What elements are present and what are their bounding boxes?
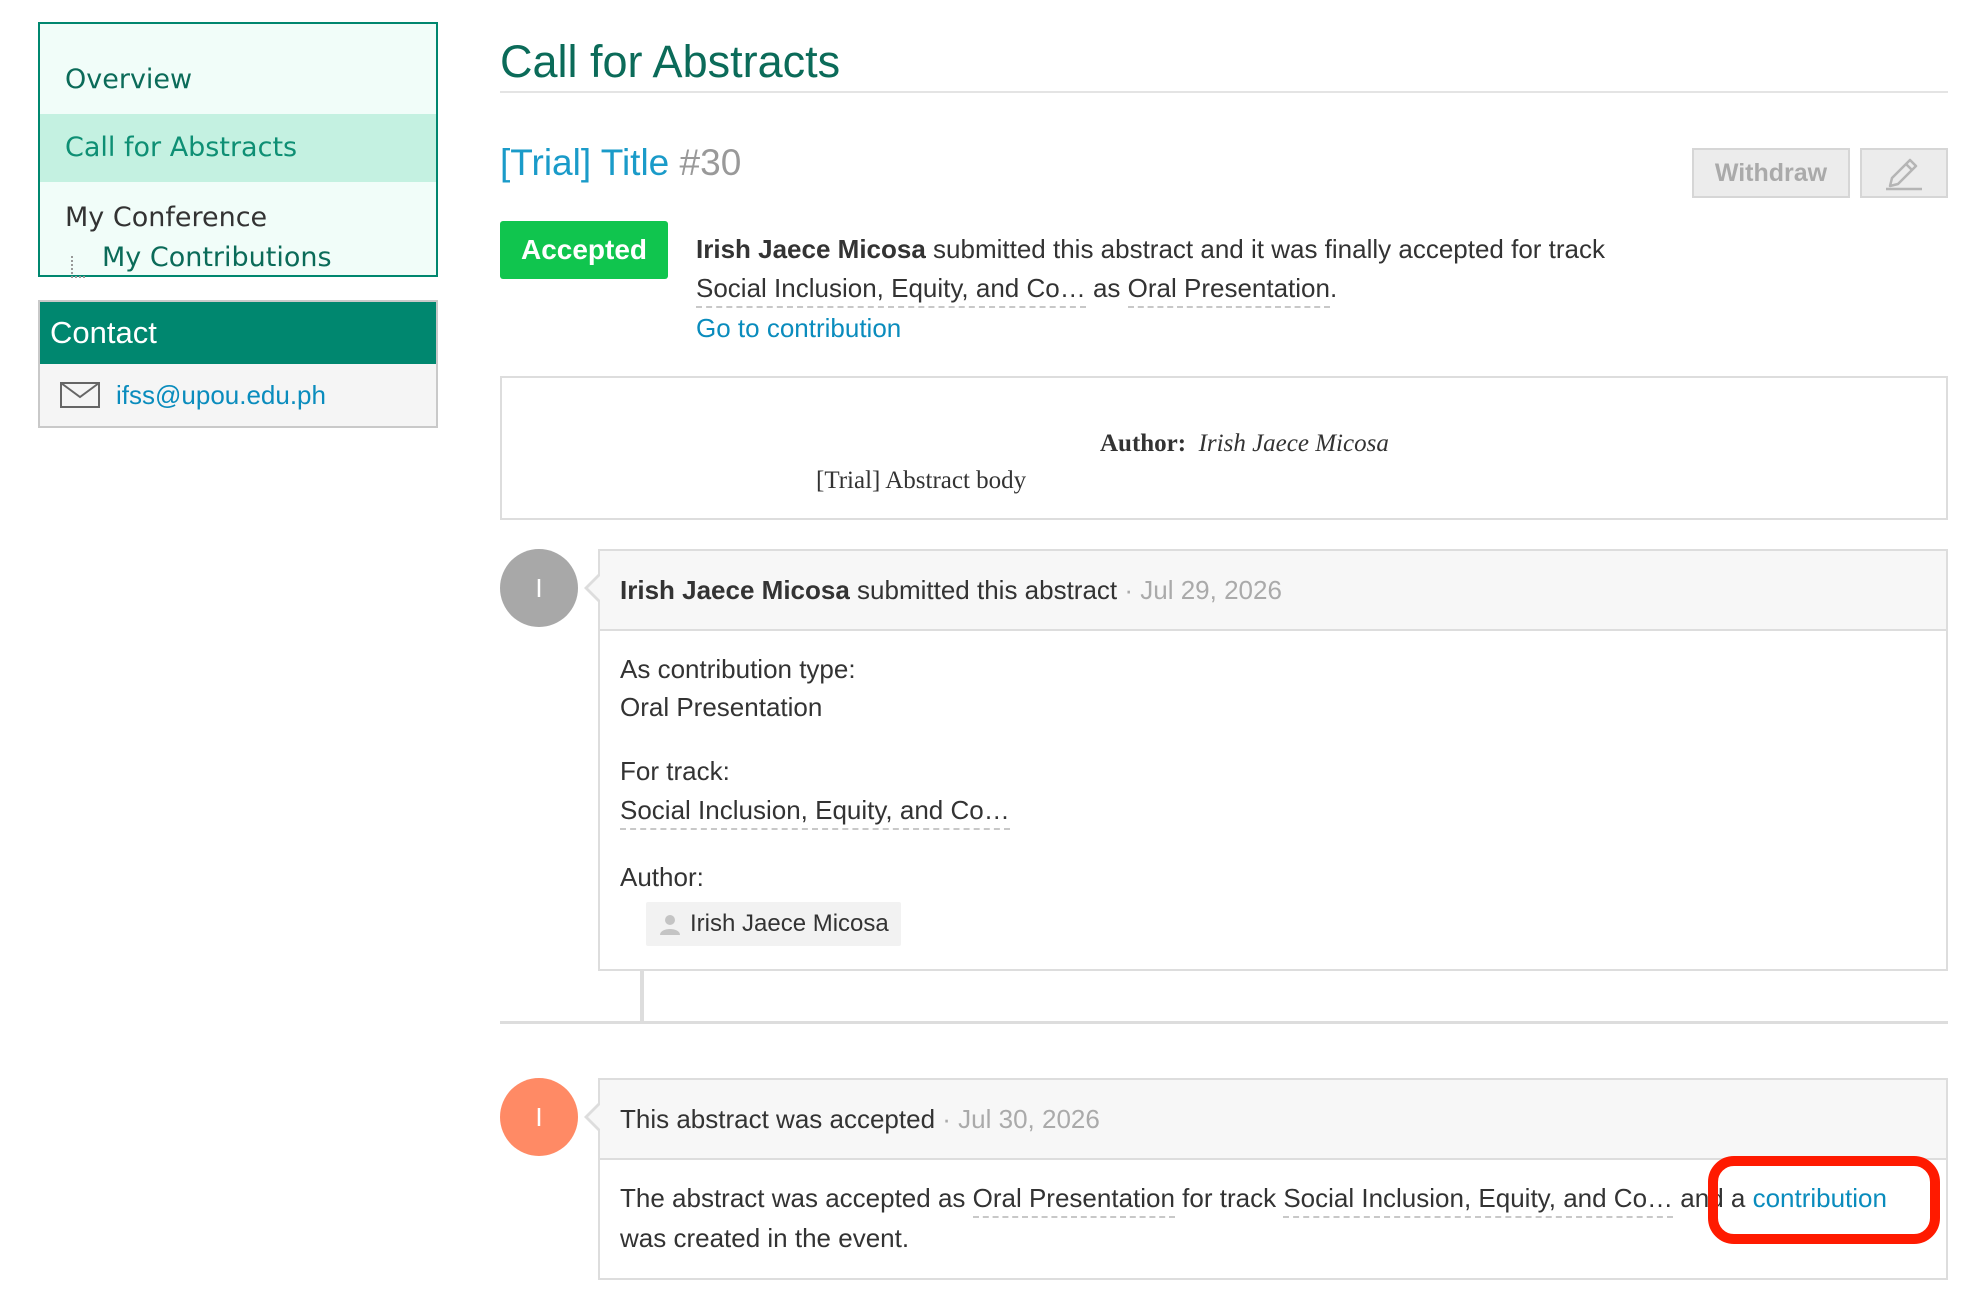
- contact-email-row: ifss@upou.edu.ph: [40, 364, 436, 426]
- contact-email-link[interactable]: ifss@upou.edu.ph: [116, 380, 326, 411]
- sidebar-menu: Overview Call for Abstracts My Conferenc…: [38, 22, 438, 278]
- timeline-divider: [500, 1021, 1948, 1024]
- sidebar-item-my-contributions[interactable]: My Contributions: [40, 240, 436, 278]
- author-label: Author:: [1100, 430, 1187, 457]
- abstract-body: [Trial] Abstract body: [816, 467, 1027, 494]
- abstract-title-text: [Trial] Title: [500, 142, 670, 183]
- abstract-author: Author: Irish Jaece Micosa: [1100, 430, 1389, 458]
- timeline-header: This abstract was accepted · Jul 30, 202…: [600, 1080, 1946, 1160]
- abstract-number: #30: [679, 142, 742, 183]
- abstract-content-box: Author: Irish Jaece Micosa [Trial] Abstr…: [500, 376, 1948, 520]
- summary-as-text: as: [1085, 273, 1128, 303]
- contribution-type-label: As contribution type:: [620, 654, 856, 684]
- page-title: Call for Abstracts: [500, 36, 841, 87]
- sidebar-item-call-for-abstracts[interactable]: Call for Abstracts: [40, 114, 436, 182]
- timeline-item-submitted: Irish Jaece Micosa submitted this abstra…: [598, 549, 1948, 971]
- author-name: Irish Jaece Micosa: [690, 910, 889, 937]
- acceptance-summary-line2: Social Inclusion, Equity, and Co… as Ora…: [696, 273, 1338, 308]
- timeline-date: · Jul 29, 2026: [1117, 575, 1282, 605]
- status-badge: Accepted: [500, 221, 668, 279]
- track-name[interactable]: Social Inclusion, Equity, and Co…: [1283, 1183, 1674, 1218]
- sidebar-item-label: Overview: [65, 64, 193, 95]
- sidebar-item-label: My Conference: [65, 202, 268, 233]
- edit-button[interactable]: [1860, 148, 1948, 198]
- timeline-action: submitted this abstract: [849, 575, 1118, 605]
- sidebar-item-label: Call for Abstracts: [65, 132, 298, 163]
- acceptance-message: The abstract was accepted as Oral Presen…: [620, 1183, 1887, 1218]
- author-label: Author:: [620, 862, 704, 892]
- pencil-icon: [1886, 158, 1922, 191]
- avatar: I: [500, 1078, 578, 1156]
- contact-panel: Contact ifss@upou.edu.ph: [38, 300, 438, 428]
- contact-header: Contact: [40, 302, 436, 364]
- summary-text: submitted this abstract and it was final…: [925, 234, 1606, 264]
- summary-period: .: [1329, 273, 1338, 303]
- user-icon: [660, 915, 680, 935]
- contribution-type[interactable]: Oral Presentation: [972, 1183, 1175, 1218]
- sidebar-item-label: My Contributions: [102, 242, 332, 273]
- highlight-annotation: [1708, 1156, 1940, 1244]
- sidebar-item-overview[interactable]: Overview: [40, 46, 436, 114]
- author-chip: Irish Jaece Micosa: [646, 902, 901, 946]
- tree-connector-icon: [71, 256, 85, 278]
- submitter-name: Irish Jaece Micosa: [696, 234, 926, 264]
- avatar: I: [500, 549, 578, 627]
- acceptance-summary-line1: Irish Jaece Micosa submitted this abstra…: [696, 234, 1605, 265]
- contribution-type[interactable]: Oral Presentation: [1127, 273, 1330, 308]
- go-to-contribution-link[interactable]: Go to contribution: [696, 313, 901, 344]
- withdraw-button[interactable]: Withdraw: [1692, 148, 1850, 198]
- contribution-type-value: Oral Presentation: [620, 692, 823, 722]
- timeline-header: Irish Jaece Micosa submitted this abstra…: [600, 551, 1946, 631]
- message-text: for track: [1174, 1183, 1284, 1213]
- acceptance-message-line2: was created in the event.: [620, 1223, 910, 1253]
- track-value-row: Social Inclusion, Equity, and Co…: [620, 795, 1010, 830]
- track-label: For track:: [620, 756, 730, 786]
- timeline-date: · Jul 30, 2026: [935, 1104, 1100, 1134]
- title-divider: [500, 91, 1948, 93]
- timeline-pointer-fill: [588, 1103, 602, 1131]
- actor-name: Irish Jaece Micosa: [620, 575, 850, 605]
- message-text: The abstract was accepted as: [620, 1183, 973, 1213]
- track-name[interactable]: Social Inclusion, Equity, and Co…: [696, 273, 1086, 308]
- timeline-pointer-fill: [588, 574, 602, 602]
- envelope-icon: [60, 382, 100, 408]
- timeline-action: This abstract was accepted: [620, 1104, 936, 1134]
- timeline-connector: [640, 969, 644, 1023]
- author-name: Irish Jaece Micosa: [1198, 430, 1389, 457]
- abstract-title: [Trial] Title #30: [500, 142, 741, 184]
- track-name[interactable]: Social Inclusion, Equity, and Co…: [620, 795, 1010, 830]
